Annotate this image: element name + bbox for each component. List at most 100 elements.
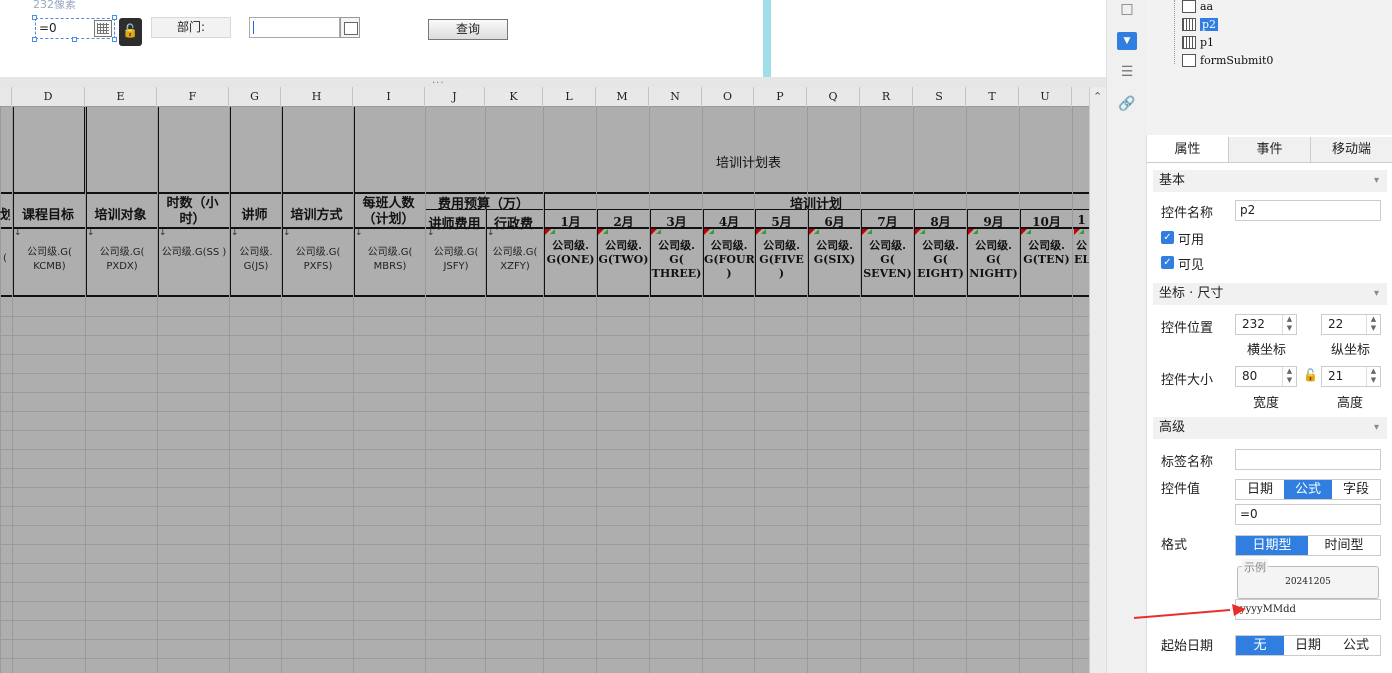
column-letter[interactable]: D: [12, 87, 85, 107]
column-letter[interactable]: S: [913, 87, 966, 107]
month-field-cell[interactable]: 公司级. G( SEVEN): [862, 239, 913, 291]
spinner-icon[interactable]: ▲ ▼: [1366, 367, 1380, 386]
field-cell[interactable]: 公司级.G( PXDX): [87, 246, 157, 280]
frame-icon[interactable]: □: [1117, 0, 1137, 18]
query-button[interactable]: 查询: [428, 19, 508, 40]
widget-name-input[interactable]: p2: [1235, 200, 1381, 221]
resize-handle[interactable]: [112, 15, 117, 20]
tree-item[interactable]: p1: [1182, 34, 1214, 50]
spinner-icon[interactable]: ▲ ▼: [1282, 315, 1296, 334]
field-cell[interactable]: 公司级.G( JSFY): [427, 246, 485, 280]
format-mode-option[interactable]: 时间型: [1308, 536, 1380, 555]
field-cell[interactable]: 公司级.G( PXFS): [283, 246, 353, 280]
section-basic[interactable]: 基本: [1153, 170, 1387, 192]
spinner-icon[interactable]: ▲ ▼: [1282, 367, 1296, 386]
resize-handle[interactable]: [32, 15, 37, 20]
spinner-icon[interactable]: ▲ ▼: [1366, 315, 1380, 334]
tagname-input[interactable]: [1235, 449, 1381, 470]
month-field-cell[interactable]: 公司级. G(FIVE ): [756, 239, 807, 291]
column-letter[interactable]: P: [754, 87, 807, 107]
unlock-icon[interactable]: 🔓: [119, 18, 142, 46]
format-label: 格式: [1161, 538, 1188, 553]
column-letter[interactable]: [0, 87, 12, 107]
resize-handle[interactable]: [72, 37, 77, 42]
month-field-cell[interactable]: 公司级. G(TEN): [1021, 239, 1072, 291]
cell-formula-marker: [761, 229, 766, 234]
field-cell[interactable]: 公司级.G( XZFY): [487, 246, 543, 280]
spreadsheet[interactable]: DEFGHIJKLMNOPQRSTU 培训计划表 划 课程目标 培训对象 时数（…: [0, 87, 1106, 673]
column-letter[interactable]: U: [1019, 87, 1072, 107]
column-header-row: DEFGHIJKLMNOPQRSTU: [0, 87, 1089, 107]
calendar-icon[interactable]: [94, 20, 112, 37]
canvas-border-strip: [763, 0, 771, 77]
column-letter[interactable]: R: [860, 87, 913, 107]
lock-ratio-icon[interactable]: 🔓: [1303, 368, 1318, 382]
value-mode-option[interactable]: 日期: [1236, 480, 1284, 499]
month-field-cell[interactable]: 公司级. G(FOUR ): [704, 239, 754, 291]
pos-y-input[interactable]: 22 ▲ ▼: [1321, 314, 1381, 335]
column-letter[interactable]: L: [543, 87, 596, 107]
column-letter[interactable]: F: [157, 87, 229, 107]
field-cell[interactable]: 公司级.G( KCMB): [14, 246, 85, 280]
grid-line: [0, 658, 1089, 659]
props-tab[interactable]: 移动端: [1311, 137, 1392, 162]
format-mode-option[interactable]: 日期型: [1236, 536, 1308, 555]
column-letter[interactable]: E: [85, 87, 157, 107]
props-tab[interactable]: 属性: [1147, 137, 1229, 162]
start-date-option[interactable]: 公式: [1332, 636, 1380, 655]
resize-handle[interactable]: [32, 37, 37, 42]
grid-line: [0, 639, 1089, 640]
column-letter[interactable]: O: [702, 87, 754, 107]
section-advanced[interactable]: 高级: [1153, 417, 1387, 439]
column-letter[interactable]: T: [966, 87, 1019, 107]
dept-picker-icon[interactable]: [340, 17, 360, 38]
cell-formula-marker: [814, 229, 819, 234]
tree-item[interactable]: formSubmit0: [1182, 52, 1273, 68]
dept-input[interactable]: [249, 17, 340, 38]
layers-icon[interactable]: ☰: [1117, 63, 1137, 81]
height-input[interactable]: 21 ▲ ▼: [1321, 366, 1381, 387]
start-date-option[interactable]: 日期: [1284, 636, 1332, 655]
pos-x-input[interactable]: 232 ▲ ▼: [1235, 314, 1297, 335]
field-cell[interactable]: (: [0, 252, 10, 272]
pane-splitter[interactable]: ...: [0, 75, 1106, 87]
resize-handle[interactable]: [112, 37, 117, 42]
format-pattern-input[interactable]: yyyyMMdd: [1235, 599, 1381, 620]
column-letter[interactable]: N: [649, 87, 702, 107]
month-field-cell[interactable]: 公司级. G(ONE): [545, 239, 596, 291]
column-letter[interactable]: I: [353, 87, 425, 107]
value-mode-option[interactable]: 公式: [1284, 480, 1332, 499]
vertical-scrollbar[interactable]: ⌃: [1089, 87, 1106, 673]
cell-formula-marker: [656, 229, 661, 234]
month-field-cell[interactable]: 公司级. G( THREE): [651, 239, 702, 291]
formula-input[interactable]: =0: [1235, 504, 1381, 525]
field-cell[interactable]: 公司级.G( MBRS): [355, 246, 425, 280]
tree-item[interactable]: aa: [1182, 0, 1213, 14]
cell-grid[interactable]: 培训计划表 划 课程目标 培训对象 时数（小时） 讲师 培训方式 每班人数（计划…: [0, 107, 1089, 673]
column-letter[interactable]: H: [281, 87, 353, 107]
column-letter[interactable]: Q: [807, 87, 860, 107]
month-field-cell[interactable]: 公司级. G(SIX): [809, 239, 860, 291]
dropdown-widget-icon[interactable]: ▼: [1117, 32, 1137, 50]
field-cell[interactable]: 公司级. G(JS): [231, 246, 281, 280]
start-date-option[interactable]: 无: [1236, 636, 1284, 655]
month-field-cell[interactable]: 公司级. G(TWO): [598, 239, 649, 291]
column-letter[interactable]: G: [229, 87, 281, 107]
value-mode-option[interactable]: 字段: [1332, 480, 1380, 499]
scroll-up-icon[interactable]: ⌃: [1093, 90, 1102, 103]
section-position-size[interactable]: 坐标 · 尺寸: [1153, 283, 1387, 305]
link-icon[interactable]: 🔗: [1117, 95, 1137, 113]
width-input[interactable]: 80 ▲ ▼: [1235, 366, 1297, 387]
props-tab[interactable]: 事件: [1229, 137, 1311, 162]
enabled-checkbox[interactable]: ✓: [1161, 231, 1174, 244]
column-letter[interactable]: M: [596, 87, 649, 107]
visible-checkbox[interactable]: ✓: [1161, 256, 1174, 269]
field-cell[interactable]: 公司级.G(SS ): [159, 246, 229, 280]
form-canvas[interactable]: 232像素 =0 🔓 部门: 查询: [0, 0, 763, 77]
tree-item[interactable]: p2: [1182, 16, 1219, 32]
column-letter[interactable]: K: [485, 87, 543, 107]
month-field-cell[interactable]: 公司级. G( EIGHT): [915, 239, 966, 291]
month-field-cell[interactable]: 公 EL: [1074, 239, 1089, 291]
column-letter[interactable]: J: [425, 87, 485, 107]
month-field-cell[interactable]: 公司级. G( NIGHT): [968, 239, 1019, 291]
